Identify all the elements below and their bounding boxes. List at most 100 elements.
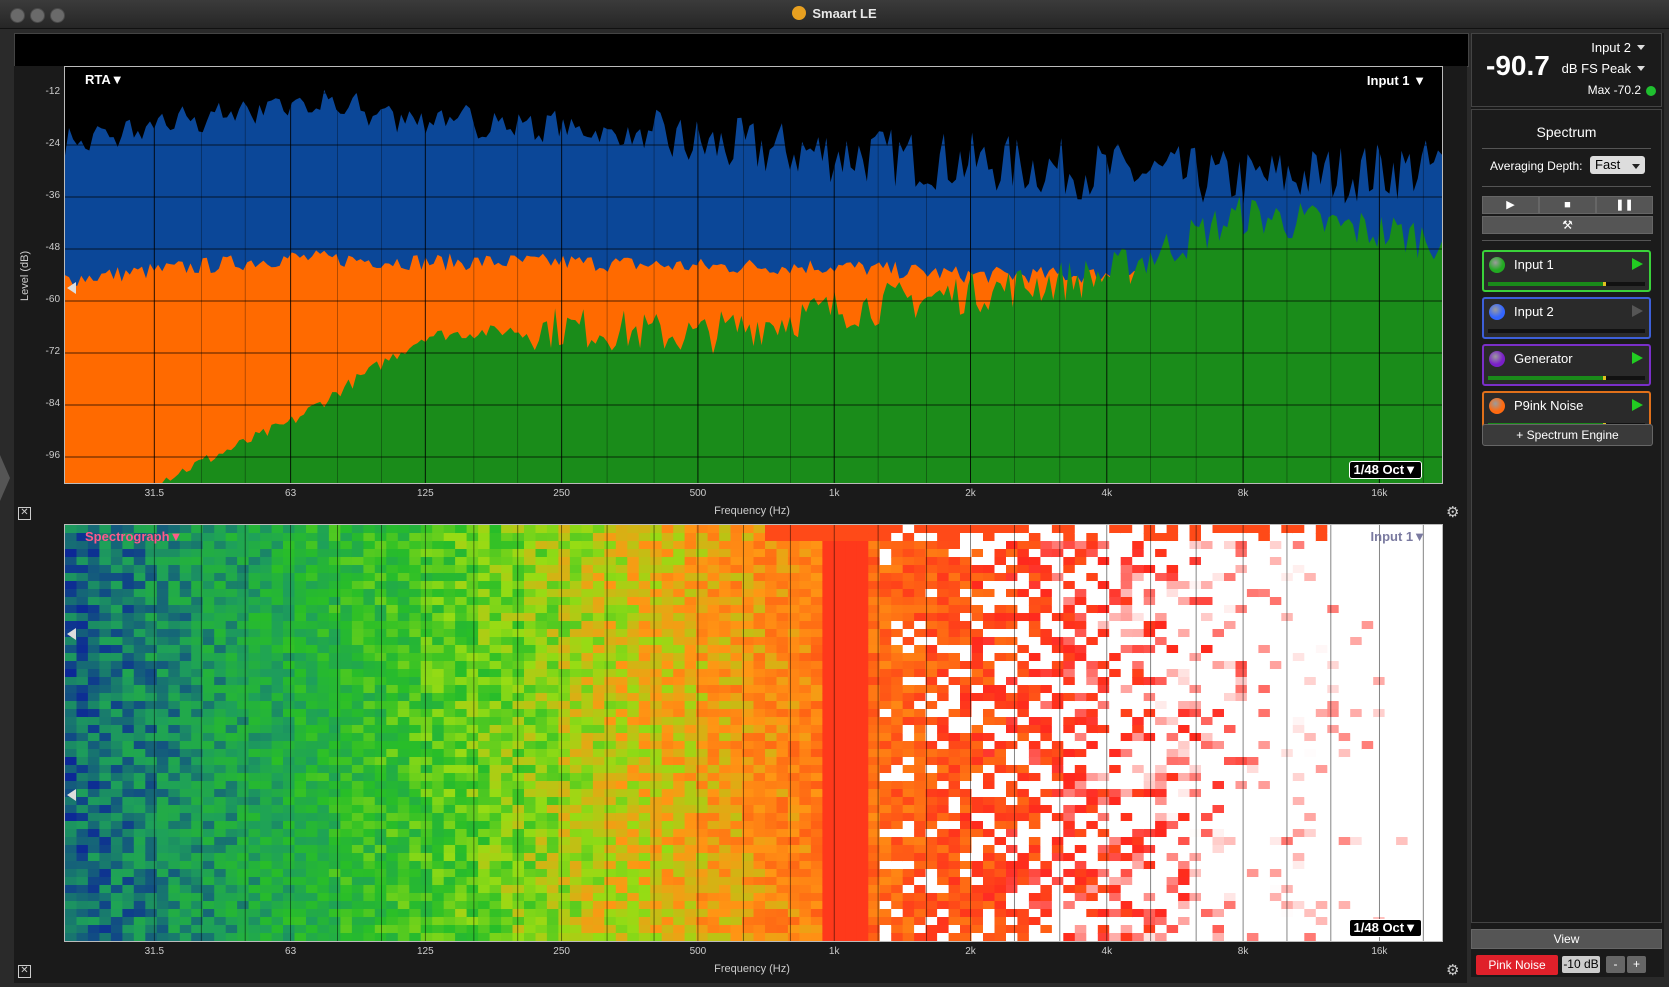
spectrograph-cell (1028, 917, 1041, 926)
spectrograph-cell (765, 613, 778, 622)
spectrograph-cell (1017, 637, 1030, 646)
spectrograph-cell (650, 853, 663, 862)
spectrograph-cell (983, 821, 996, 830)
spectrograph-cell (225, 749, 238, 758)
spectrograph-cell (673, 613, 686, 622)
spectrograph-cell (765, 717, 778, 726)
spectrograph-cell (661, 549, 674, 558)
spectrograph-cell (397, 741, 410, 750)
spectrograph-cell (443, 589, 456, 598)
spectrograph-cell (1086, 613, 1099, 622)
spectrograph-cell (87, 933, 100, 941)
spectrograph-cell (1017, 925, 1030, 934)
spectrograph-cell (730, 933, 743, 941)
spectrograph-cell (879, 885, 892, 894)
spectrograph-cell (604, 709, 617, 718)
rta-input-dropdown[interactable]: Input 1 ▼ (1367, 73, 1426, 88)
spectrograph-cell (374, 717, 387, 726)
spectrograph-cell (145, 917, 158, 926)
rta-close-icon[interactable]: ✕ (18, 507, 31, 520)
spectrograph-cell (776, 645, 789, 654)
spectrograph-cell (1097, 613, 1110, 622)
spectrograph-cell (501, 829, 514, 838)
spectrograph-cell (76, 773, 89, 782)
spectrograph-cell (225, 797, 238, 806)
spectrograph-cell (374, 533, 387, 542)
spectrograph-cell (1051, 573, 1064, 582)
spectrograph-cell (328, 933, 341, 941)
spectrograph-cell (719, 549, 732, 558)
spectrograph-cell (673, 677, 686, 686)
sidebar-toggle-tab[interactable] (0, 455, 10, 501)
spectrograph-cell (122, 933, 135, 941)
spectrograph-cell (340, 613, 353, 622)
spectrograph-cell (409, 557, 422, 566)
spectrograph-cell (1074, 757, 1087, 766)
spectrograph-cell (87, 733, 100, 742)
spectrograph-cell (179, 565, 192, 574)
spectrograph-cell (822, 613, 835, 622)
spectrograph-cell (799, 669, 812, 678)
spectrograph-cell (524, 701, 537, 710)
spectrograph-cell (627, 789, 640, 798)
spectrograph-cell (225, 637, 238, 646)
spectrograph-cell (661, 933, 674, 941)
spectrograph-cell (1051, 749, 1064, 758)
spectrograph-cell (914, 557, 927, 566)
spectrograph-cell (145, 877, 158, 886)
spectrograph-cell (856, 877, 869, 886)
spectrograph-cell (214, 669, 227, 678)
spectrograph-cell (432, 701, 445, 710)
spectrograph-cell (535, 669, 548, 678)
spectrograph-cell (971, 645, 984, 654)
spectrograph-cell (501, 693, 514, 702)
spectrograph-cell (271, 701, 284, 710)
rta-title-dropdown[interactable]: RTA▼ (85, 72, 124, 87)
spectrograph-cell (1109, 693, 1122, 702)
spectrograph-cell (443, 669, 456, 678)
spectrograph-cell (443, 541, 456, 550)
spectrograph-cell (340, 661, 353, 670)
spectrograph-cell (902, 773, 915, 782)
spectrograph-cell (466, 613, 479, 622)
spectrograph-cell (1028, 805, 1041, 814)
spectrograph-cell (1051, 893, 1064, 902)
spectrograph-cell (306, 605, 319, 614)
spectrograph-cell (363, 813, 376, 822)
spectrograph-cell (581, 613, 594, 622)
spectrograph-cell (443, 709, 456, 718)
spectrograph-cell (707, 813, 720, 822)
spectrograph-cell (615, 789, 628, 798)
spectrograph-cell (133, 861, 146, 870)
spectrograph-cell (386, 773, 399, 782)
spectrograph-cell (306, 933, 319, 941)
spectrograph-cell (638, 773, 651, 782)
spectrograph-cell (386, 845, 399, 854)
spectrograph-plot[interactable]: Spectrograph▼ Input 1▼ 1/48 Oct▼ (64, 524, 1443, 942)
spectrograph-cell (879, 789, 892, 798)
spectrograph-cell (271, 717, 284, 726)
spectrograph-cell (822, 797, 835, 806)
rta-settings-gear-icon[interactable]: ⚙ (1446, 503, 1459, 521)
spectrograph-cell (1132, 853, 1145, 862)
rta-level-marker[interactable] (67, 282, 76, 294)
spectrograph-cell (569, 813, 582, 822)
spectrograph-cell (856, 765, 869, 774)
spectrograph-cell (409, 813, 422, 822)
spectrograph-cell (592, 741, 605, 750)
spectrograph-cell (868, 661, 881, 670)
spectrograph-cell (604, 581, 617, 590)
spectrograph-cell (489, 909, 502, 918)
spectrograph-cell (168, 845, 181, 854)
spectrograph-cell (317, 669, 330, 678)
spectrograph-cell (1017, 533, 1030, 542)
spectrograph-cell (879, 653, 892, 662)
rta-plot[interactable]: RTA▼ Input 1 ▼ 1/48 Oct▼ (64, 66, 1443, 484)
spectrograph-cell (799, 533, 812, 542)
spectrograph-cell (765, 741, 778, 750)
spectrograph-cell (937, 805, 950, 814)
rta-ytick: -48 (45, 242, 60, 253)
spectrograph-cell (569, 733, 582, 742)
rta-resolution-dropdown[interactable]: 1/48 Oct▼ (1348, 461, 1422, 479)
spectrograph-cell (1074, 901, 1087, 910)
